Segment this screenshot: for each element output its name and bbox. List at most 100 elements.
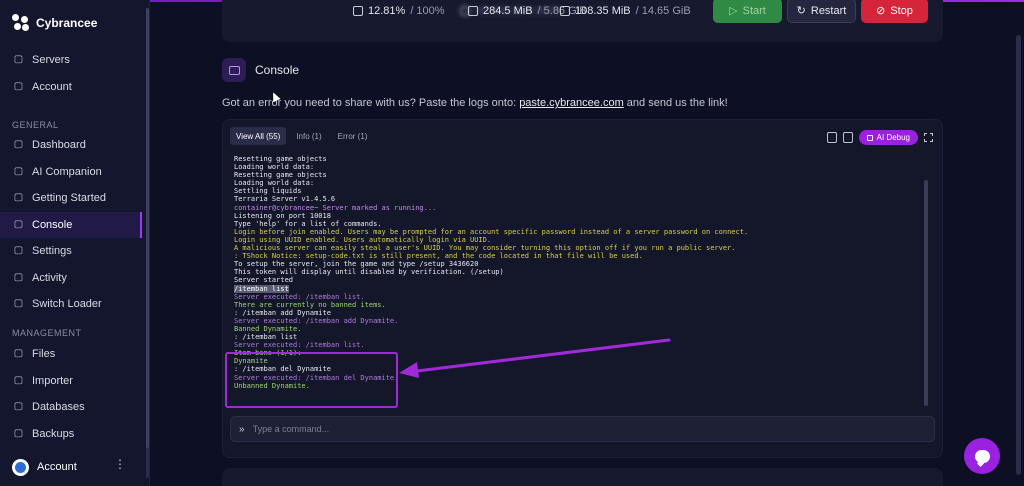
log-line-text: Server started bbox=[234, 276, 294, 285]
disk-usage: 108.35 MiB / 14.65 GiB bbox=[560, 5, 691, 17]
log-line: Listening on port 10018 bbox=[234, 212, 924, 220]
log-line-text: Login before join enabled. Users may be … bbox=[234, 227, 749, 236]
start-button[interactable]: ▷ Start bbox=[713, 0, 782, 23]
log-line-text: : /itemban list bbox=[234, 333, 298, 342]
log-line: Settling liquids bbox=[234, 187, 924, 195]
sidebar-item-label: Files bbox=[32, 348, 56, 360]
dashboard-icon: ▢ bbox=[13, 139, 24, 150]
console-header: Console bbox=[222, 58, 299, 82]
cpu-limit: / 100% bbox=[410, 5, 445, 17]
log-line: Resetting game objects bbox=[234, 171, 924, 179]
console-toolbar: AI Debug bbox=[826, 130, 933, 145]
paste-link[interactable]: paste.cybrancee.com bbox=[519, 97, 624, 109]
ai-debug-button[interactable]: AI Debug bbox=[858, 130, 918, 145]
trash-icon[interactable] bbox=[826, 132, 837, 143]
sidebar-item-label: Importer bbox=[32, 374, 73, 387]
log-line-text: Login using UUID enabled. Users automati… bbox=[234, 235, 492, 244]
command-input[interactable] bbox=[252, 424, 853, 434]
disk-icon bbox=[560, 6, 570, 16]
sidebar-item-activity[interactable]: ▢ Activity bbox=[0, 265, 142, 291]
tab-error[interactable]: Error (1) bbox=[332, 127, 374, 145]
sidebar-item-settings[interactable]: ▢ Settings bbox=[0, 238, 142, 264]
share-suffix: and send us the link! bbox=[623, 97, 728, 109]
sidebar-item-files[interactable]: ▢ Files bbox=[0, 341, 142, 367]
restart-button[interactable]: ↻ Restart bbox=[787, 0, 856, 23]
rocket-icon: ▢ bbox=[13, 192, 24, 203]
console-scrollbar[interactable] bbox=[924, 180, 928, 406]
page-title: Console bbox=[255, 63, 300, 77]
memory-icon bbox=[468, 6, 478, 16]
log-line: : TShock Notice: setup-code.txt is still… bbox=[234, 252, 924, 260]
cybrancee-logo-icon bbox=[12, 14, 29, 31]
activity-icon: ▢ bbox=[13, 271, 24, 283]
share-prefix: Got an error you need to share with us? … bbox=[222, 97, 520, 109]
account-icon: ▢ bbox=[13, 80, 24, 92]
log-line-text: Server executed: /itemban add Dynamite. bbox=[234, 316, 399, 325]
console-icon: ▢ bbox=[13, 218, 24, 230]
log-line-text: Server executed: /itemban list. bbox=[234, 292, 365, 301]
copy-icon[interactable] bbox=[842, 132, 853, 143]
terminal-icon bbox=[222, 58, 246, 82]
sidebar-item-switch-loader[interactable]: ▢ Switch Loader bbox=[0, 291, 142, 317]
log-line-text: There are currently no banned items. bbox=[234, 300, 386, 309]
files-icon: ▢ bbox=[13, 348, 24, 359]
log-line-text: Type 'help' for a list of commands. bbox=[234, 219, 382, 228]
restart-button-label: Restart bbox=[810, 4, 847, 17]
log-line: Login using UUID enabled. Users automati… bbox=[234, 236, 924, 244]
memory-value: 284.5 MiB bbox=[483, 5, 533, 17]
stop-button[interactable]: ⊘ Stop bbox=[861, 0, 928, 23]
sidebar-item-label: AI Companion bbox=[32, 165, 102, 178]
log-line-text: Resetting game objects bbox=[234, 171, 327, 180]
disk-value: 108.35 MiB bbox=[575, 5, 631, 17]
stop-icon: ⊘ bbox=[876, 5, 886, 17]
log-line-text: Banned Dynamite. bbox=[234, 324, 302, 333]
log-line: Banned Dynamite. bbox=[234, 325, 924, 333]
sidebar-item-account[interactable]: ▢ Account bbox=[0, 74, 142, 100]
log-line-text: /itemban list bbox=[234, 284, 289, 293]
sidebar-item-dashboard[interactable]: ▢ Dashboard bbox=[0, 132, 142, 158]
page-scrollbar[interactable] bbox=[1016, 35, 1021, 475]
start-button-label: Start bbox=[742, 4, 766, 17]
bottom-card bbox=[222, 468, 943, 486]
sidebar-item-servers[interactable]: ▢ Servers bbox=[0, 47, 142, 73]
cpu-icon bbox=[353, 6, 363, 16]
settings-icon: ▢ bbox=[13, 245, 24, 256]
ai-debug-label: AI Debug bbox=[876, 133, 910, 142]
log-line-text: Loading world data: bbox=[234, 163, 315, 172]
sidebar-item-ai-companion[interactable]: ▢ AI Companion bbox=[0, 159, 142, 185]
log-line-text: : /itemban add Dynamite bbox=[234, 308, 331, 317]
sidebar-item-getting-started[interactable]: ▢ Getting Started bbox=[0, 185, 142, 211]
log-line: Resetting game objects bbox=[234, 155, 924, 163]
sidebar-item-backups[interactable]: ▢ Backups bbox=[0, 421, 142, 447]
log-line: /itemban list bbox=[234, 284, 924, 293]
sidebar-item-databases[interactable]: ▢ Databases bbox=[0, 394, 142, 420]
log-line: Login before join enabled. Users may be … bbox=[234, 228, 924, 236]
log-line: Terraria Server v1.4.5.6 bbox=[234, 195, 924, 203]
brand[interactable]: Cybrancee bbox=[12, 14, 97, 31]
log-line-text: A malicious server can easily steal a us… bbox=[234, 244, 736, 253]
log-line: : /itemban add Dynamite bbox=[234, 309, 924, 317]
sidebar-item-importer[interactable]: ▢ Importer bbox=[0, 368, 142, 394]
sidebar-item-label: Console bbox=[32, 218, 73, 231]
sidebar-item-console[interactable]: ▢ Console bbox=[0, 211, 142, 238]
log-line: Server started bbox=[234, 276, 924, 284]
fullscreen-icon[interactable] bbox=[924, 133, 933, 142]
more-vertical-icon[interactable]: ⋮ bbox=[114, 458, 126, 470]
annotation-arrow-icon bbox=[399, 338, 671, 378]
log-filter-tabs: View All (55) Info (1) Error (1) bbox=[230, 127, 373, 145]
chat-button[interactable] bbox=[964, 438, 1000, 474]
sidebar-item-label: Settings bbox=[32, 245, 72, 257]
tab-view-all[interactable]: View All (55) bbox=[230, 127, 287, 145]
importer-icon: ▢ bbox=[13, 374, 24, 386]
log-line: This token will display until disabled b… bbox=[234, 268, 924, 276]
tab-info[interactable]: Info (1) bbox=[290, 127, 327, 145]
sidebar-scrollbar[interactable] bbox=[146, 8, 149, 478]
log-line: There are currently no banned items. bbox=[234, 301, 924, 309]
sidebar-item-label: Backups bbox=[32, 427, 75, 440]
databases-icon: ▢ bbox=[13, 401, 24, 412]
nav-section-management: MANAGEMENT bbox=[12, 328, 82, 338]
sidebar-item-label: Servers bbox=[32, 54, 70, 66]
log-line: Type 'help' for a list of commands. bbox=[234, 220, 924, 228]
sidebar: Cybrancee ▢ Servers ▢ Account GENERAL ▢ Dash… bbox=[0, 0, 150, 486]
sidebar-item-label: Switch Loader bbox=[32, 298, 102, 310]
